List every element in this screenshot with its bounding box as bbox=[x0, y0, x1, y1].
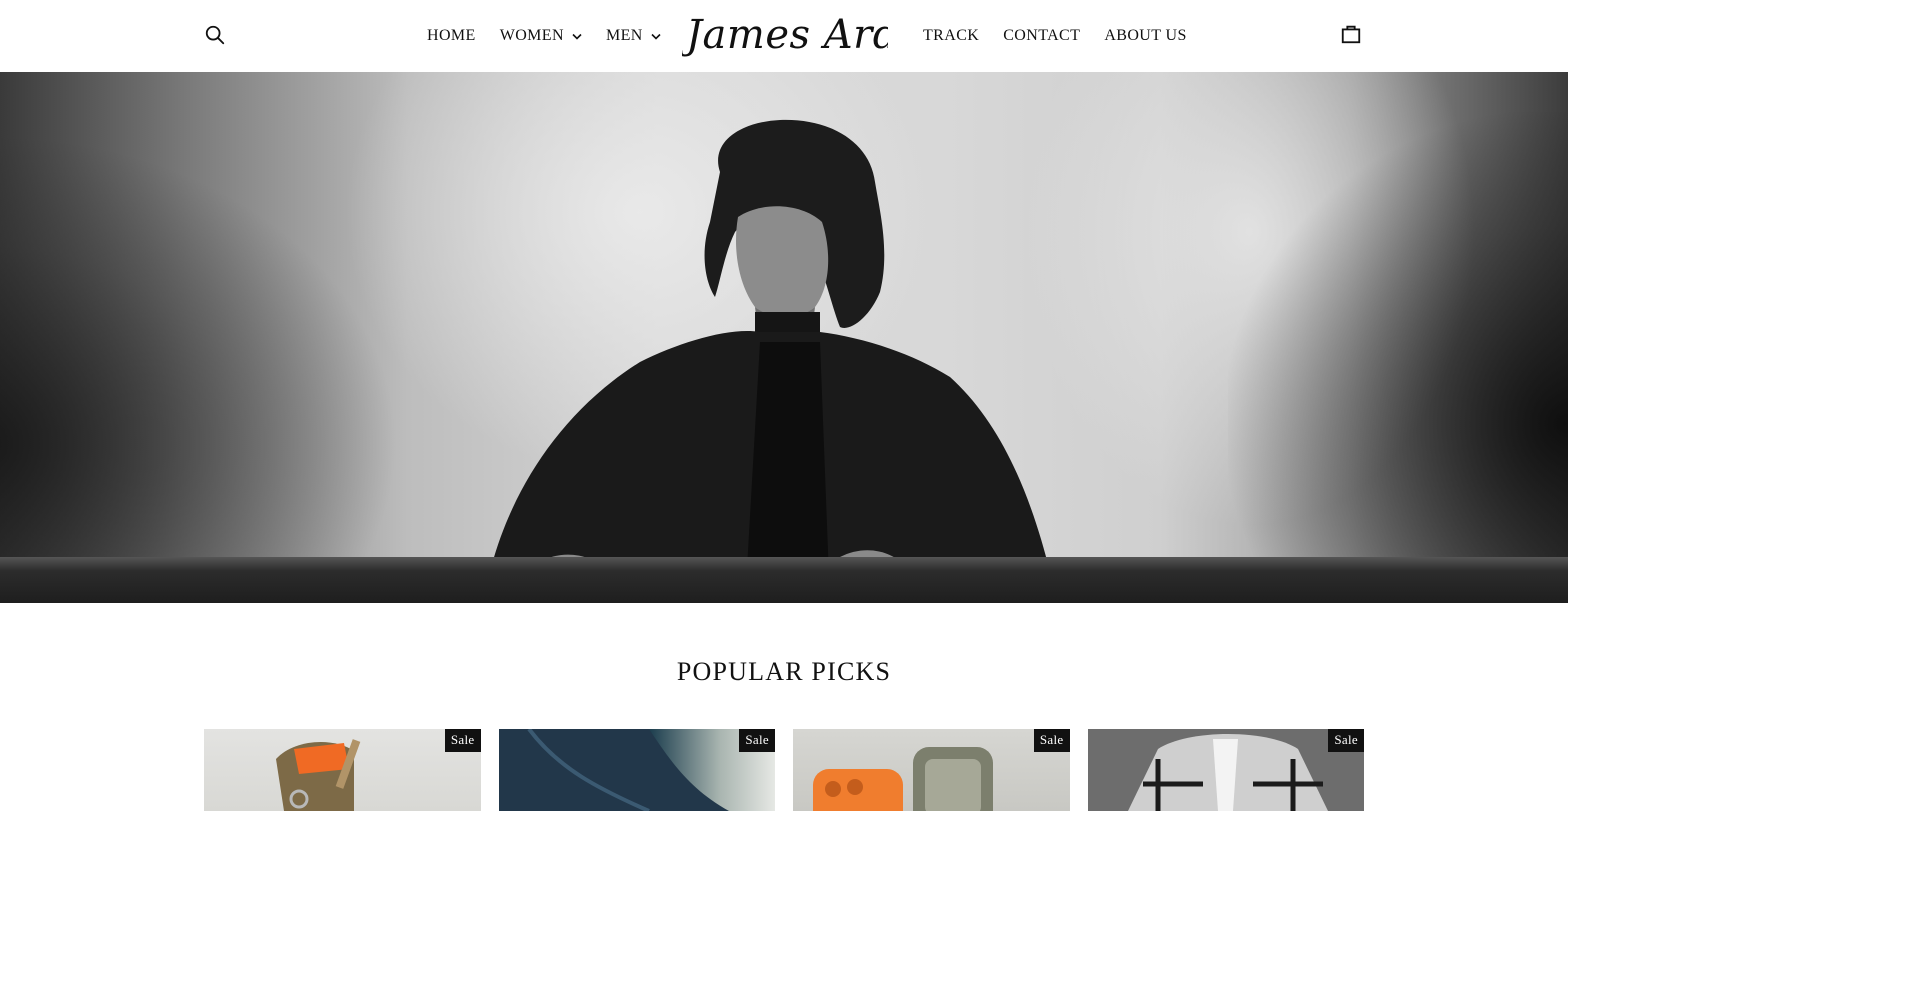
hero-ledge bbox=[0, 557, 1568, 603]
search-button[interactable] bbox=[204, 24, 228, 48]
cart-button[interactable] bbox=[1340, 23, 1364, 47]
nav-item-label: ABOUT US bbox=[1104, 27, 1187, 44]
nav-item-contact[interactable]: CONTACT bbox=[1003, 27, 1080, 45]
nav-item-about-us[interactable]: ABOUT US bbox=[1104, 27, 1186, 45]
product-image bbox=[204, 729, 481, 811]
nav-item-label: WOMEN bbox=[499, 27, 564, 44]
product-card[interactable]: Sale bbox=[498, 729, 775, 811]
nav-item-women[interactable]: WOMEN bbox=[500, 27, 582, 45]
site-logo[interactable]: James Ardon bbox=[679, 4, 949, 66]
shopping-bag-icon bbox=[1341, 25, 1361, 44]
product-image bbox=[1087, 729, 1364, 811]
sale-badge: Sale bbox=[444, 729, 481, 752]
sale-badge: Sale bbox=[1328, 729, 1364, 752]
product-grid: Sale Sale Sale Sale bbox=[204, 729, 1364, 811]
nav-item-label: CONTACT bbox=[1003, 27, 1081, 44]
product-image bbox=[498, 729, 775, 811]
nav-item-home[interactable]: HOME bbox=[427, 27, 476, 45]
nav-item-label: MEN bbox=[605, 27, 643, 44]
search-icon bbox=[205, 25, 225, 45]
product-card[interactable]: Sale bbox=[204, 729, 481, 811]
site-header: HOME WOMEN MEN James Ardon TRACK CONTACT… bbox=[0, 0, 1568, 72]
hero-shadow bbox=[1228, 112, 1568, 603]
main-nav-left: HOME WOMEN MEN bbox=[427, 0, 661, 72]
product-image bbox=[793, 729, 1070, 811]
sale-badge: Sale bbox=[739, 729, 775, 752]
hero-banner[interactable] bbox=[0, 72, 1568, 603]
logo-text: James Ardon bbox=[682, 12, 888, 58]
hero-shadow bbox=[0, 132, 400, 603]
section-title: POPULAR PICKS bbox=[676, 657, 892, 686]
nav-item-label: TRACK bbox=[923, 27, 980, 44]
nav-item-label: HOME bbox=[427, 27, 476, 44]
nav-item-men[interactable]: MEN bbox=[606, 27, 661, 45]
chevron-down-icon bbox=[651, 33, 661, 40]
hero-model-image bbox=[480, 119, 1050, 603]
chevron-down-icon bbox=[572, 33, 582, 40]
main-nav-right: TRACK CONTACT ABOUT US bbox=[923, 0, 1187, 72]
sale-badge: Sale bbox=[1033, 729, 1070, 752]
product-card[interactable]: Sale bbox=[1087, 729, 1364, 811]
product-card[interactable]: Sale bbox=[793, 729, 1070, 811]
nav-item-track[interactable]: TRACK bbox=[923, 27, 979, 45]
